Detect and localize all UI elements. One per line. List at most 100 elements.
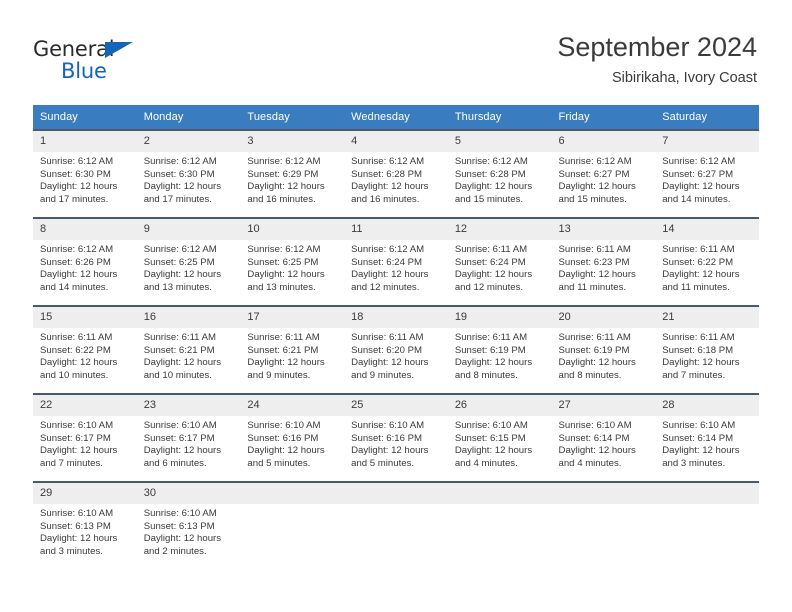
calendar-day-cell[interactable]: 23 Sunrise: 6:10 AM Sunset: 6:17 PM Dayligh…: [136, 393, 241, 482]
sunset-text: Sunset: 6:27 PM: [558, 168, 630, 180]
daylight-text-line2: and 10 minutes.: [40, 370, 109, 382]
day-details: Sunrise: 6:12 AM Sunset: 6:28 PM Daylight:…: [344, 152, 448, 207]
weekday-header-tuesday: Tuesday: [240, 105, 345, 130]
day-number: 30: [136, 483, 241, 504]
calendar-day-cell[interactable]: 24 Sunrise: 6:10 AM Sunset: 6:16 PM Dayligh…: [240, 393, 345, 482]
calendar-cell-inner: 21 Sunrise: 6:11 AM Sunset: 6:18 PM Dayligh…: [655, 307, 759, 393]
calendar-day-cell[interactable]: 3 Sunrise: 6:12 AM Sunset: 6:29 PM Daylight…: [240, 129, 345, 218]
calendar-day-cell[interactable]: 5 Sunrise: 6:12 AM Sunset: 6:28 PM Daylight…: [447, 129, 552, 218]
calendar-day-cell[interactable]: 27 Sunrise: 6:10 AM Sunset: 6:14 PM Dayligh…: [551, 393, 656, 482]
weekday-header-friday: Friday: [551, 105, 656, 130]
daylight-text-line2: and 2 minutes.: [143, 546, 207, 558]
calendar-day-cell[interactable]: 1 Sunrise: 6:12 AM Sunset: 6:30 PM Daylight…: [33, 129, 137, 218]
calendar-day-cell[interactable]: 12 Sunrise: 6:11 AM Sunset: 6:24 PM Dayligh…: [447, 217, 552, 306]
daylight-text-line1: Daylight: 12 hours: [662, 269, 740, 281]
day-number: 10: [240, 219, 345, 240]
calendar-day-cell[interactable]: 19 Sunrise: 6:11 AM Sunset: 6:19 PM Dayligh…: [447, 305, 552, 394]
sunrise-text: Sunrise: 6:11 AM: [247, 332, 320, 343]
calendar-cell-inner: 2 Sunrise: 6:12 AM Sunset: 6:30 PM Daylight…: [136, 131, 241, 217]
day-number: 11: [344, 219, 448, 240]
calendar-day-cell[interactable]: 25 Sunrise: 6:10 AM Sunset: 6:16 PM Dayligh…: [344, 393, 448, 482]
daylight-text-line2: and 7 minutes.: [662, 370, 726, 382]
daylight-text-line2: and 5 minutes.: [351, 458, 415, 470]
calendar-cell-inner: 17 Sunrise: 6:11 AM Sunset: 6:21 PM Dayligh…: [240, 307, 345, 393]
daylight-text-line2: and 14 minutes.: [40, 282, 109, 294]
calendar-day-cell[interactable]: 22 Sunrise: 6:10 AM Sunset: 6:17 PM Dayligh…: [33, 393, 137, 482]
calendar-week-row: 22 Sunrise: 6:10 AM Sunset: 6:17 PM Dayligh…: [33, 393, 759, 482]
calendar-day-cell[interactable]: 8 Sunrise: 6:12 AM Sunset: 6:26 PM Daylight…: [33, 217, 137, 306]
day-details: [448, 504, 552, 508]
sunrise-text: Sunrise: 6:12 AM: [40, 156, 114, 167]
calendar-day-cell[interactable]: 6 Sunrise: 6:12 AM Sunset: 6:27 PM Daylight…: [551, 129, 656, 218]
daylight-text-line2: and 6 minutes.: [143, 458, 207, 470]
calendar-day-cell[interactable]: 11 Sunrise: 6:12 AM Sunset: 6:24 PM Dayligh…: [344, 217, 448, 306]
calendar-day-cell[interactable]: 9 Sunrise: 6:12 AM Sunset: 6:25 PM Daylight…: [136, 217, 241, 306]
calendar-day-cell[interactable]: 14 Sunrise: 6:11 AM Sunset: 6:22 PM Dayligh…: [655, 217, 759, 306]
calendar-day-cell[interactable]: 30 Sunrise: 6:10 AM Sunset: 6:13 PM Dayligh…: [136, 481, 241, 569]
day-details: Sunrise: 6:10 AM Sunset: 6:15 PM Daylight:…: [448, 416, 552, 471]
calendar-day-cell[interactable]: 2 Sunrise: 6:12 AM Sunset: 6:30 PM Daylight…: [136, 129, 241, 218]
calendar-day-cell[interactable]: 10 Sunrise: 6:12 AM Sunset: 6:25 PM Dayligh…: [240, 217, 345, 306]
daylight-text-line2: and 9 minutes.: [247, 370, 311, 382]
calendar-cell-inner: 16 Sunrise: 6:11 AM Sunset: 6:21 PM Dayligh…: [136, 307, 241, 393]
calendar-week-row: 8 Sunrise: 6:12 AM Sunset: 6:26 PM Daylight…: [33, 217, 759, 306]
daylight-text-line1: Daylight: 12 hours: [247, 181, 325, 193]
calendar-day-cell[interactable]: 15 Sunrise: 6:11 AM Sunset: 6:22 PM Dayligh…: [33, 305, 137, 394]
sunset-text: Sunset: 6:25 PM: [247, 256, 319, 268]
day-number: 4: [344, 131, 448, 152]
calendar-cell-inner: 24 Sunrise: 6:10 AM Sunset: 6:16 PM Dayligh…: [240, 395, 345, 481]
calendar-cell-inner: 5 Sunrise: 6:12 AM Sunset: 6:28 PM Daylight…: [447, 131, 552, 217]
sunrise-text: Sunrise: 6:11 AM: [662, 332, 735, 343]
sunset-text: Sunset: 6:17 PM: [143, 432, 215, 444]
calendar-day-cell[interactable]: 26 Sunrise: 6:10 AM Sunset: 6:15 PM Dayligh…: [447, 393, 552, 482]
calendar-day-cell[interactable]: 4 Sunrise: 6:12 AM Sunset: 6:28 PM Daylight…: [344, 129, 448, 218]
calendar-day-cell[interactable]: 18 Sunrise: 6:11 AM Sunset: 6:20 PM Dayligh…: [344, 305, 448, 394]
sunrise-text: Sunrise: 6:10 AM: [454, 420, 528, 431]
daylight-text-line2: and 10 minutes.: [143, 370, 212, 382]
sunset-text: Sunset: 6:13 PM: [143, 520, 215, 532]
sunset-text: Sunset: 6:14 PM: [662, 432, 734, 444]
calendar-cell-inner: 7 Sunrise: 6:12 AM Sunset: 6:27 PM Daylight…: [655, 131, 759, 217]
day-details: Sunrise: 6:10 AM Sunset: 6:14 PM Daylight:…: [552, 416, 656, 471]
day-number: 16: [136, 307, 241, 328]
daylight-text-line1: Daylight: 12 hours: [558, 181, 636, 193]
general-blue-logo[interactable]: General Blue: [33, 38, 163, 84]
calendar-cell-inner: 10 Sunrise: 6:12 AM Sunset: 6:25 PM Dayligh…: [240, 219, 345, 305]
daylight-text-line2: and 16 minutes.: [351, 194, 420, 206]
day-details: Sunrise: 6:12 AM Sunset: 6:27 PM Daylight:…: [552, 152, 656, 207]
sunset-text: Sunset: 6:18 PM: [662, 344, 734, 356]
weekday-header-monday: Monday: [136, 105, 241, 130]
page-header: General Blue September 2024 Sibirikaha, …: [0, 0, 792, 100]
sunrise-text: Sunrise: 6:12 AM: [351, 244, 425, 255]
day-number: 17: [240, 307, 345, 328]
daylight-text-line1: Daylight: 12 hours: [662, 445, 740, 457]
calendar-cell-inner: 20 Sunrise: 6:11 AM Sunset: 6:19 PM Dayligh…: [551, 307, 656, 393]
calendar-cell-empty: [655, 481, 759, 569]
day-number: 29: [33, 483, 137, 504]
sunrise-text: Sunrise: 6:11 AM: [351, 332, 424, 343]
daylight-text-line1: Daylight: 12 hours: [351, 357, 429, 369]
daylight-text-line1: Daylight: 12 hours: [40, 181, 118, 193]
sunset-text: Sunset: 6:28 PM: [454, 168, 526, 180]
sunset-text: Sunset: 6:22 PM: [40, 344, 111, 356]
daylight-text-line2: and 3 minutes.: [40, 546, 103, 558]
daylight-text-line1: Daylight: 12 hours: [247, 445, 325, 457]
day-number: 6: [551, 131, 656, 152]
calendar-day-cell[interactable]: 7 Sunrise: 6:12 AM Sunset: 6:27 PM Daylight…: [655, 129, 759, 218]
daylight-text-line2: and 4 minutes.: [454, 458, 518, 470]
sunset-text: Sunset: 6:21 PM: [247, 344, 319, 356]
day-details: Sunrise: 6:11 AM Sunset: 6:22 PM Daylight:…: [33, 328, 137, 383]
sunrise-text: Sunrise: 6:10 AM: [143, 420, 217, 431]
calendar-day-cell[interactable]: 16 Sunrise: 6:11 AM Sunset: 6:21 PM Dayligh…: [136, 305, 241, 394]
calendar-day-cell[interactable]: 13 Sunrise: 6:11 AM Sunset: 6:23 PM Dayligh…: [551, 217, 656, 306]
calendar-day-cell[interactable]: 17 Sunrise: 6:11 AM Sunset: 6:21 PM Dayligh…: [240, 305, 345, 394]
calendar-cell-inner: 19 Sunrise: 6:11 AM Sunset: 6:19 PM Dayligh…: [447, 307, 552, 393]
calendar-day-cell[interactable]: 28 Sunrise: 6:10 AM Sunset: 6:14 PM Dayligh…: [655, 393, 759, 482]
daylight-text-line1: Daylight: 12 hours: [454, 445, 533, 457]
day-details: Sunrise: 6:10 AM Sunset: 6:13 PM Daylight:…: [33, 504, 137, 559]
calendar-day-cell[interactable]: 21 Sunrise: 6:11 AM Sunset: 6:18 PM Dayligh…: [655, 305, 759, 394]
calendar-day-cell[interactable]: 20 Sunrise: 6:11 AM Sunset: 6:19 PM Dayligh…: [551, 305, 656, 394]
daylight-text-line2: and 16 minutes.: [247, 194, 316, 206]
day-details: [655, 504, 759, 508]
calendar-day-cell[interactable]: 29 Sunrise: 6:10 AM Sunset: 6:13 PM Dayligh…: [33, 481, 137, 569]
